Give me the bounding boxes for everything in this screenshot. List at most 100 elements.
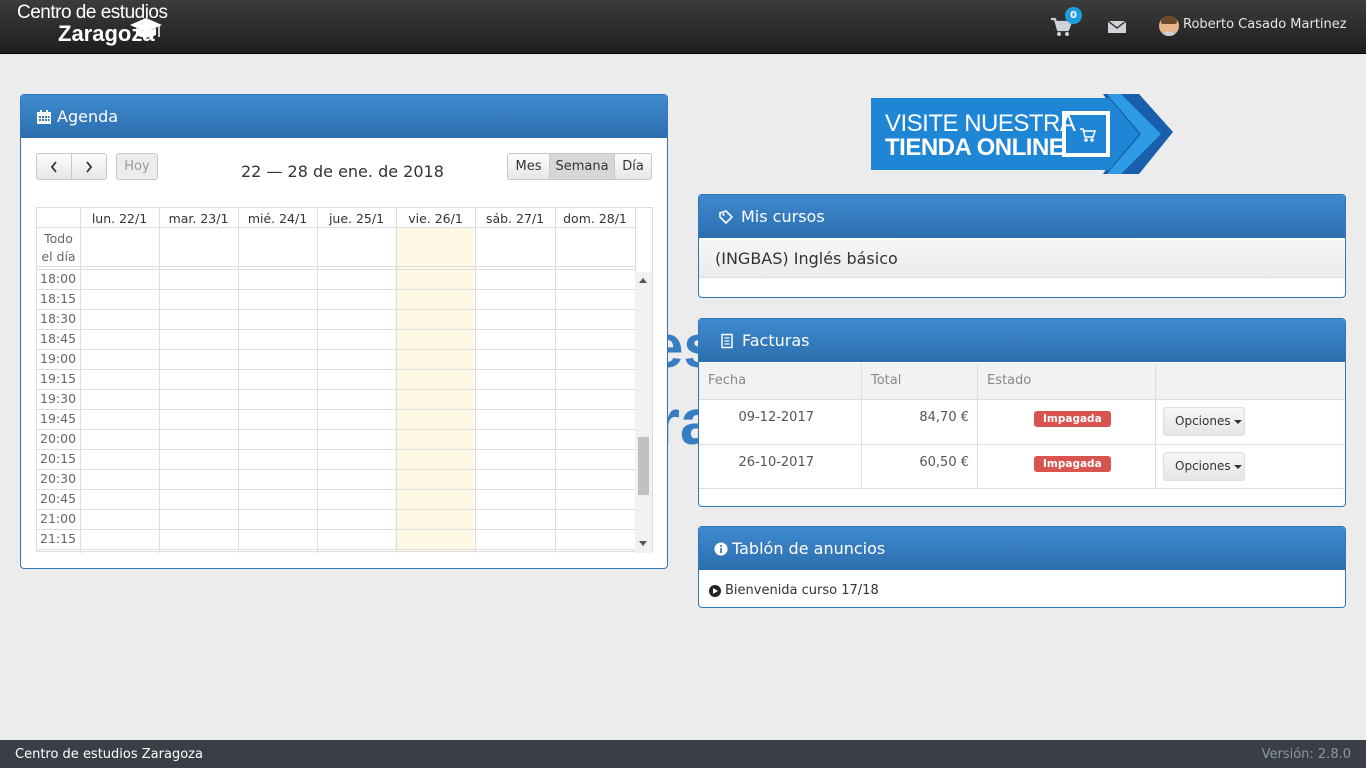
user-avatar[interactable] <box>1159 16 1179 36</box>
course-item[interactable]: (INGBAS) Inglés básico <box>699 239 1345 278</box>
time-slot-label: 21:00 <box>40 511 77 526</box>
announcement-item[interactable]: Bienvenida curso 17/18 <box>709 583 879 598</box>
week-calendar-grid: Todo el día lun. 22/1 mar. 23/1 mié. 24/1 j… <box>36 207 653 553</box>
time-slot-label: 20:30 <box>40 471 77 486</box>
invoice-options-button[interactable]: Opciones <box>1163 407 1245 436</box>
courses-title: Mis cursos <box>741 207 825 226</box>
day-header: lun. 22/1 <box>91 211 148 226</box>
day-header: dom. 28/1 <box>563 211 627 226</box>
arrow-circle-right-icon <box>709 584 721 597</box>
calendar-icon <box>37 109 51 124</box>
calendar-scrollbar[interactable] <box>635 272 652 553</box>
invoice-options-button[interactable]: Opciones <box>1163 452 1245 481</box>
footer-company: Centro de estudios Zaragoza <box>15 747 203 762</box>
today-button[interactable]: Hoy <box>116 153 158 180</box>
time-slot-label: 18:30 <box>40 311 77 326</box>
time-slot-line <box>37 349 635 350</box>
allday-label-line2: el día <box>41 249 76 264</box>
time-slot-line <box>37 549 635 550</box>
tags-icon <box>719 209 734 224</box>
invoice-total: 84,70 € <box>919 410 969 425</box>
day-header: mar. 23/1 <box>168 211 229 226</box>
allday-label: Todo el día <box>37 230 80 266</box>
time-slot-line <box>37 449 635 450</box>
table-cell: Opciones <box>1156 444 1345 489</box>
time-slot-label: 19:15 <box>40 371 77 386</box>
column-divider <box>80 208 81 553</box>
table-cell: Impagada <box>978 444 1156 489</box>
envelope-icon[interactable] <box>1108 20 1126 34</box>
scroll-up-arrow[interactable] <box>639 278 647 283</box>
time-slot-line <box>37 289 635 290</box>
invoice-date: 26-10-2017 <box>738 455 814 470</box>
column-divider <box>555 208 556 553</box>
time-slot-line <box>37 489 635 490</box>
column-header-estado: Estado <box>978 363 1156 399</box>
calendar-scrollbar-thumb[interactable] <box>638 437 649 495</box>
column-divider <box>238 208 239 553</box>
invoices-header: Facturas <box>699 319 1345 362</box>
time-slot-line <box>37 309 635 310</box>
next-week-button[interactable] <box>71 153 107 180</box>
time-slot-label: 19:30 <box>40 391 77 406</box>
agenda-header: Agenda <box>21 95 667 138</box>
courses-panel: Mis cursos (INGBAS) Inglés básico <box>698 194 1346 298</box>
view-week-button[interactable]: Semana <box>549 153 615 180</box>
time-slot-label: 20:45 <box>40 491 77 506</box>
caret-down-icon <box>1233 419 1242 424</box>
status-badge: Impagada <box>1034 411 1111 427</box>
invoice-total: 60,50 € <box>919 455 969 470</box>
banner-line2: TIENDA ONLINE <box>885 134 1065 161</box>
cart-count-badge: 0 <box>1065 7 1082 24</box>
time-slot-line <box>37 509 635 510</box>
invoices-panel: Facturas Fecha Total Estado 09-12-2017 8… <box>698 318 1346 507</box>
allday-divider <box>37 269 635 270</box>
footer: Centro de estudios Zaragoza Versión: 2.8… <box>0 740 1366 768</box>
time-slot-label: 21:15 <box>40 531 77 546</box>
document-icon <box>721 333 733 348</box>
invoices-title: Facturas <box>742 331 810 350</box>
day-header: sáb. 27/1 <box>485 211 545 226</box>
caret-down-icon <box>1233 464 1242 469</box>
time-slot-line <box>37 409 635 410</box>
column-divider <box>317 208 318 553</box>
courses-header: Mis cursos <box>699 195 1345 238</box>
store-banner[interactable]: VISITE NUESTRA TIENDA ONLINE <box>871 94 1173 174</box>
column-header-fecha: Fecha <box>699 363 862 399</box>
user-name[interactable]: Roberto Casado Martinez <box>1183 17 1347 32</box>
time-slot-line <box>37 469 635 470</box>
info-circle-icon <box>714 541 728 556</box>
view-day-button[interactable]: Día <box>614 153 652 180</box>
announcements-panel: Tablón de anuncios Bienvenida curso 17/1… <box>698 526 1346 608</box>
day-header: mié. 24/1 <box>247 211 308 226</box>
options-label: Opciones <box>1175 414 1231 428</box>
status-badge: Impagada <box>1034 456 1111 472</box>
table-bottom-border <box>699 488 1345 489</box>
table-cell: 60,50 € <box>862 444 978 489</box>
top-navbar: Centro de estudios Zaragoza 0 Roberto Ca… <box>0 0 1366 54</box>
time-slot-line <box>37 369 635 370</box>
announcements-header: Tablón de anuncios <box>699 527 1345 570</box>
time-slot-label: 18:45 <box>40 331 77 346</box>
column-divider <box>159 208 160 553</box>
time-slot-label: 20:15 <box>40 451 77 466</box>
table-cell: Impagada <box>978 399 1156 444</box>
prev-week-button[interactable] <box>36 153 72 180</box>
banner-line1: VISITE NUESTRA <box>885 110 1076 137</box>
allday-divider <box>37 266 635 267</box>
time-slot-line <box>37 529 635 530</box>
time-slot-label: 19:00 <box>40 351 77 366</box>
column-divider <box>475 208 476 553</box>
day-header: jue. 25/1 <box>328 211 385 226</box>
view-month-button[interactable]: Mes <box>507 153 550 180</box>
column-header-actions <box>1156 363 1345 399</box>
agenda-panel: Agenda Hoy 22 — 28 de ene. de 2018 Mes S… <box>20 94 668 569</box>
time-slot-label: 19:45 <box>40 411 77 426</box>
time-slot-line <box>37 389 635 390</box>
chevron-right-icon <box>86 161 93 173</box>
table-cell: Opciones <box>1156 399 1345 444</box>
column-header-total: Total <box>862 363 978 399</box>
scroll-down-arrow[interactable] <box>639 541 647 546</box>
time-slot-line <box>37 429 635 430</box>
time-slot-label: 18:15 <box>40 291 77 306</box>
